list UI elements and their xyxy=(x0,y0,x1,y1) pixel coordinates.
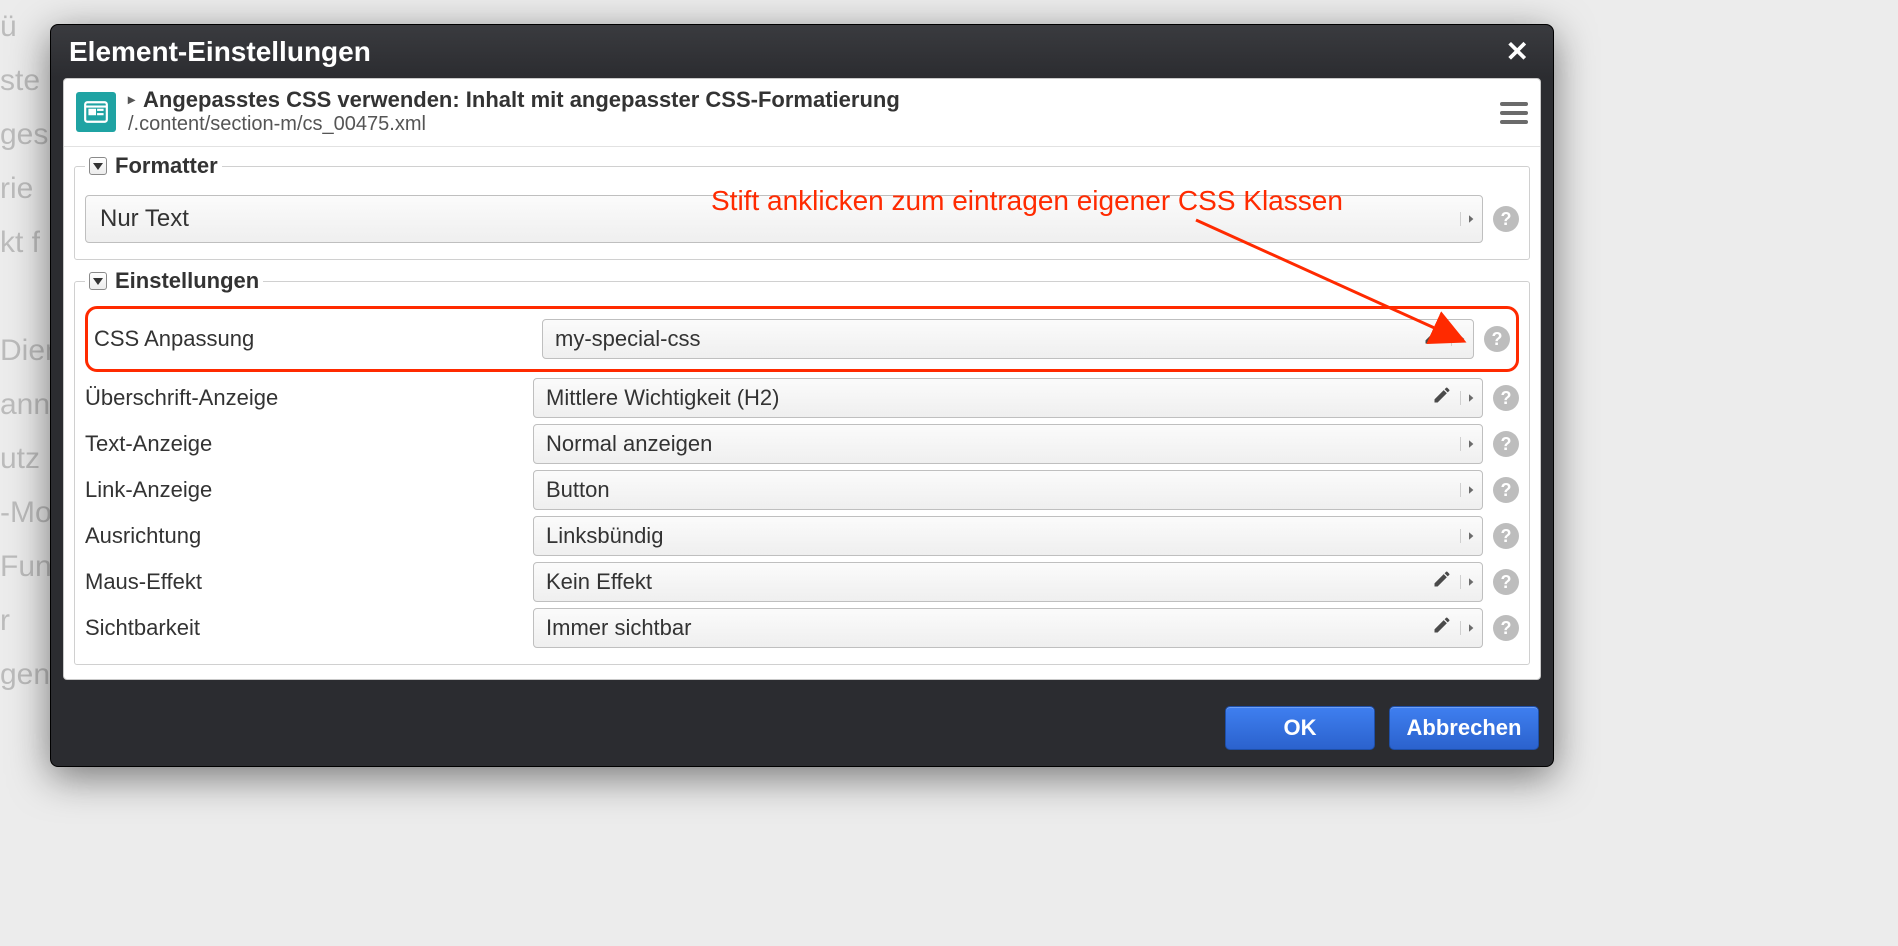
setting-row: Text-Anzeige Normal anzeigen? xyxy=(85,424,1519,464)
chevron-right-icon xyxy=(1460,529,1474,543)
ok-button[interactable]: OK xyxy=(1225,706,1375,750)
setting-value: Linksbündig xyxy=(546,523,1460,549)
setting-select[interactable]: Mittlere Wichtigkeit (H2) xyxy=(533,378,1483,418)
legend-label: Formatter xyxy=(115,153,218,179)
help-icon[interactable]: ? xyxy=(1493,615,1519,641)
section-settings: Einstellungen CSS Anpassung my-special-cs… xyxy=(74,268,1530,665)
resource-title-row[interactable]: ▸ Angepasstes CSS verwenden: Inhalt mit … xyxy=(128,87,900,113)
help-icon[interactable]: ? xyxy=(1493,385,1519,411)
formatter-row: Nur Text ? xyxy=(85,195,1519,243)
setting-select[interactable]: my-special-css xyxy=(542,319,1474,359)
setting-row: Sichtbarkeit Immer sichtbar? xyxy=(85,608,1519,648)
setting-label: Ausrichtung xyxy=(85,523,521,549)
chevron-right-icon xyxy=(1460,483,1474,497)
setting-select[interactable]: Button xyxy=(533,470,1483,510)
setting-value: my-special-css xyxy=(555,326,1423,352)
dialog-body: ▸ Angepasstes CSS verwenden: Inhalt mit … xyxy=(63,78,1541,680)
chevron-right-icon xyxy=(1451,332,1465,346)
setting-label: Überschrift-Anzeige xyxy=(85,385,521,411)
help-icon[interactable]: ? xyxy=(1484,326,1510,352)
setting-value: Mittlere Wichtigkeit (H2) xyxy=(546,385,1432,411)
help-icon[interactable]: ? xyxy=(1493,206,1519,232)
chevron-right-icon xyxy=(1460,575,1474,589)
section-legend: Einstellungen xyxy=(85,268,263,294)
setting-row: Link-Anzeige Button? xyxy=(85,470,1519,510)
setting-select[interactable]: Normal anzeigen xyxy=(533,424,1483,464)
setting-row: CSS Anpassung my-special-css? xyxy=(94,319,1510,359)
chevron-right-icon xyxy=(1460,391,1474,405)
setting-label: Sichtbarkeit xyxy=(85,615,521,641)
resource-path: /.content/section-m/cs_00475.xml xyxy=(128,113,900,136)
collapse-toggle[interactable] xyxy=(89,157,107,175)
cancel-label: Abbrechen xyxy=(1407,715,1522,741)
setting-label: Maus-Effekt xyxy=(85,569,521,595)
setting-value: Button xyxy=(546,477,1460,503)
pencil-icon[interactable] xyxy=(1432,385,1452,411)
formatter-select[interactable]: Nur Text xyxy=(85,195,1483,243)
setting-select[interactable]: Immer sichtbar xyxy=(533,608,1483,648)
legend-label: Einstellungen xyxy=(115,268,259,294)
resource-text: ▸ Angepasstes CSS verwenden: Inhalt mit … xyxy=(128,87,900,136)
setting-label: Link-Anzeige xyxy=(85,477,521,503)
formatter-value: Nur Text xyxy=(100,205,189,233)
help-icon[interactable]: ? xyxy=(1493,523,1519,549)
setting-row: Maus-Effekt Kein Effekt? xyxy=(85,562,1519,602)
settings-dialog: Element-Einstellungen ✕ ▸ Angepasstes CS… xyxy=(50,24,1554,767)
chevron-right-icon xyxy=(1460,212,1474,226)
setting-row: Ausrichtung Linksbündig? xyxy=(85,516,1519,556)
setting-select[interactable]: Kein Effekt xyxy=(533,562,1483,602)
close-icon[interactable]: ✕ xyxy=(1500,35,1535,68)
pencil-icon[interactable] xyxy=(1423,326,1443,352)
section-formatter: Formatter Nur Text ? xyxy=(74,153,1530,260)
setting-select[interactable]: Linksbündig xyxy=(533,516,1483,556)
setting-label: Text-Anzeige xyxy=(85,431,521,457)
help-icon[interactable]: ? xyxy=(1493,477,1519,503)
cancel-button[interactable]: Abbrechen xyxy=(1389,706,1539,750)
chevron-right-icon xyxy=(1460,621,1474,635)
help-icon[interactable]: ? xyxy=(1493,431,1519,457)
pencil-icon[interactable] xyxy=(1432,569,1452,595)
setting-value: Immer sichtbar xyxy=(546,615,1432,641)
setting-row: Überschrift-Anzeige Mittlere Wichtigkeit … xyxy=(85,378,1519,418)
collapse-toggle[interactable] xyxy=(89,272,107,290)
resource-header: ▸ Angepasstes CSS verwenden: Inhalt mit … xyxy=(64,79,1540,147)
ok-label: OK xyxy=(1284,715,1317,741)
help-icon[interactable]: ? xyxy=(1493,569,1519,595)
highlighted-setting: CSS Anpassung my-special-css? xyxy=(85,306,1519,372)
pencil-icon[interactable] xyxy=(1432,615,1452,641)
dialog-buttons: OK Abbrechen xyxy=(51,692,1553,766)
section-legend: Formatter xyxy=(85,153,222,179)
hamburger-icon[interactable] xyxy=(1500,102,1528,124)
resource-title: Angepasstes CSS verwenden: Inhalt mit an… xyxy=(143,87,900,113)
content-type-icon xyxy=(76,92,116,132)
setting-label: CSS Anpassung xyxy=(94,326,530,352)
setting-value: Normal anzeigen xyxy=(546,431,1460,457)
dialog-titlebar: Element-Einstellungen ✕ xyxy=(51,25,1553,78)
setting-value: Kein Effekt xyxy=(546,569,1432,595)
caret-right-icon: ▸ xyxy=(128,91,135,108)
chevron-right-icon xyxy=(1460,437,1474,451)
dialog-title: Element-Einstellungen xyxy=(69,36,371,68)
